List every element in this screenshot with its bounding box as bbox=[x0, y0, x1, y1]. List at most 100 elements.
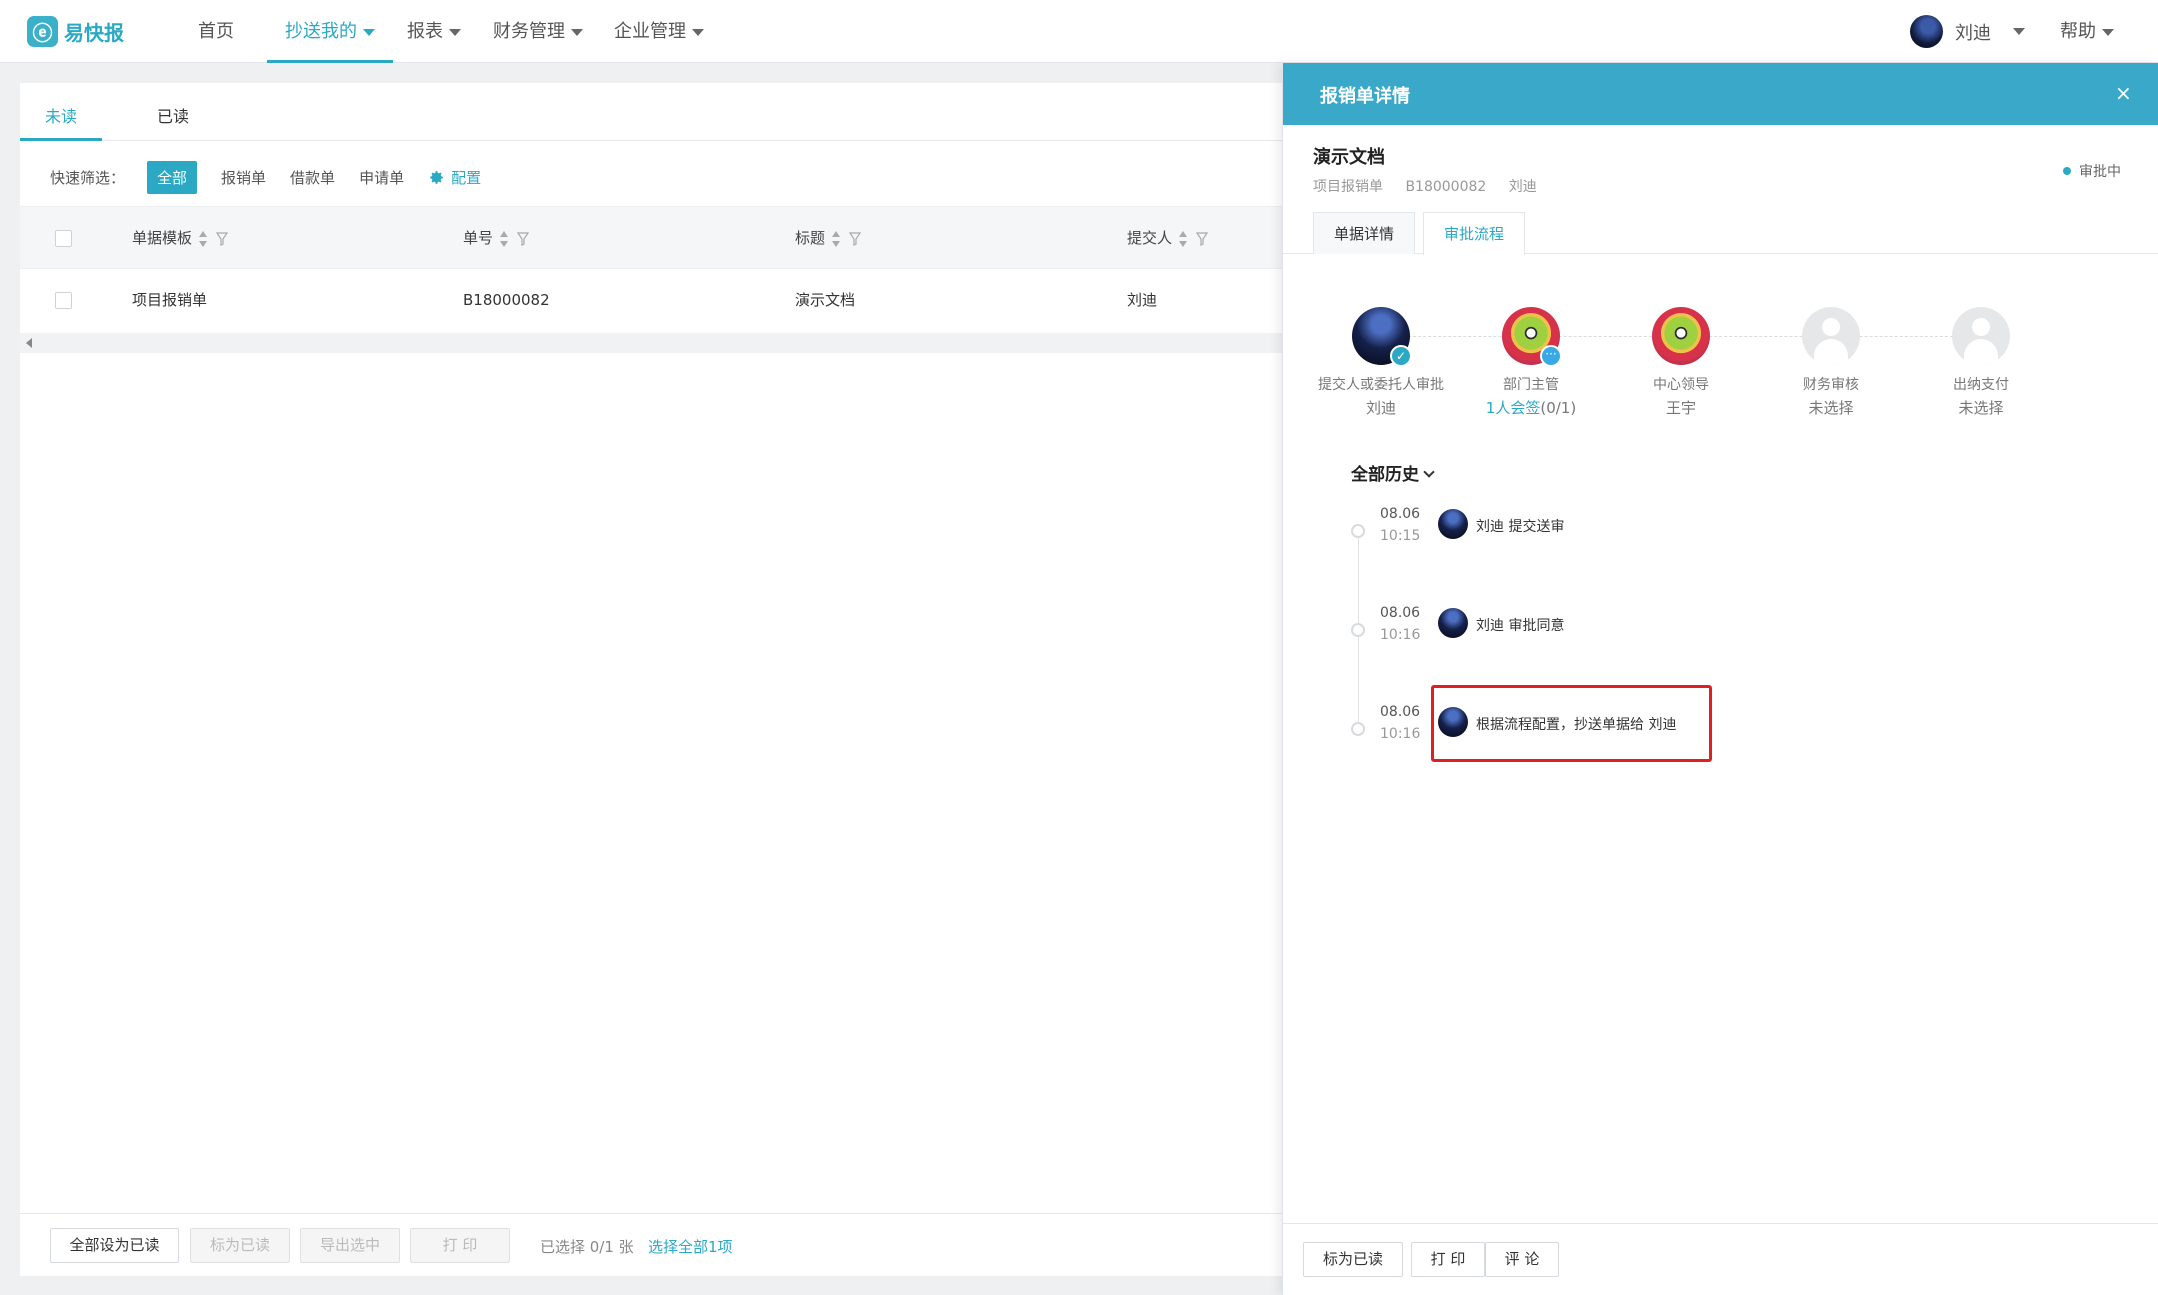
status-badge: 审批中 bbox=[2063, 161, 2121, 181]
history-text: 刘迪 审批同意 bbox=[1476, 618, 1565, 634]
chevron-down-icon bbox=[449, 28, 461, 36]
filter-all[interactable]: 全部 bbox=[147, 160, 198, 194]
nav-home[interactable]: 首页 bbox=[198, 0, 234, 63]
app-logo[interactable]: ⓔ 易快报 bbox=[27, 16, 124, 47]
row-checkbox[interactable] bbox=[55, 292, 72, 309]
timeline-dot bbox=[1351, 524, 1365, 538]
nav-cc-me[interactable]: 抄送我的 bbox=[267, 0, 393, 63]
drawer-header: 报销单详情 × bbox=[1283, 63, 2158, 125]
countersign-link[interactable]: 1人会签 bbox=[1486, 399, 1541, 417]
filter-loan[interactable]: 借款单 bbox=[290, 167, 335, 188]
flow-node-role: 中心领导 bbox=[1653, 377, 1709, 393]
more-icon: ··· bbox=[1540, 345, 1562, 367]
history-item: 08.06 10:15 刘迪 提交送审 bbox=[1283, 506, 2158, 556]
drawer-print-button[interactable]: 打 印 bbox=[1411, 1242, 1485, 1277]
column-submitter[interactable]: 提交人 bbox=[1127, 207, 1209, 270]
document-number: B18000082 bbox=[1405, 179, 1487, 195]
check-icon: ✓ bbox=[1390, 345, 1412, 367]
chevron-down-icon bbox=[363, 28, 375, 36]
flow-node-submitter[interactable]: ✓ 提交人或委托人审批 刘迪 bbox=[1306, 307, 1456, 418]
flow-node-assignee: 刘迪 bbox=[1365, 399, 1396, 417]
history-time: 10:15 bbox=[1380, 528, 1421, 544]
filter-icon[interactable] bbox=[1196, 231, 1209, 246]
tab-approval-flow[interactable]: 审批流程 bbox=[1423, 212, 1526, 255]
scroll-left-icon[interactable] bbox=[26, 338, 32, 348]
drawer-tabs: 单据详情 审批流程 bbox=[1283, 212, 2158, 255]
table-row[interactable]: 项目报销单 B18000082 演示文档 刘迪 bbox=[20, 269, 1282, 332]
sort-icon[interactable] bbox=[1178, 230, 1188, 247]
cell-template: 项目报销单 bbox=[132, 291, 208, 309]
history-date: 08.06 bbox=[1380, 704, 1421, 720]
config-label: 配置 bbox=[451, 168, 482, 187]
chevron-down-icon bbox=[2102, 28, 2114, 36]
drawer-comment-button[interactable]: 评 论 bbox=[1485, 1242, 1559, 1277]
select-all-link[interactable]: 选择全部1项 bbox=[648, 1236, 733, 1257]
document-title: 演示文档 bbox=[1313, 147, 1385, 168]
history-item: 08.06 10:16 刘迪 审批同意 bbox=[1283, 605, 2158, 655]
history-dropdown[interactable]: 全部历史 bbox=[1351, 460, 1435, 485]
sort-icon[interactable] bbox=[198, 230, 208, 247]
quick-filter-label: 快速筛选： bbox=[50, 168, 126, 187]
close-icon[interactable]: × bbox=[2115, 81, 2132, 105]
chevron-down-icon bbox=[571, 28, 583, 36]
flow-node-role: 财务审核 bbox=[1803, 377, 1859, 393]
mark-read-button[interactable]: 标为已读 bbox=[190, 1228, 290, 1263]
history-date: 08.06 bbox=[1380, 506, 1421, 522]
sort-icon[interactable] bbox=[499, 230, 509, 247]
filter-icon[interactable] bbox=[849, 231, 862, 246]
gear-icon bbox=[430, 170, 443, 184]
logo-text: 易快报 bbox=[64, 21, 124, 45]
status-dot-icon bbox=[2063, 167, 2071, 175]
nav-finance[interactable]: 财务管理 bbox=[493, 0, 583, 63]
filter-request[interactable]: 申请单 bbox=[359, 167, 404, 188]
nav-enterprise[interactable]: 企业管理 bbox=[614, 0, 704, 63]
approval-flow: ✓ 提交人或委托人审批 刘迪 ··· 部门主管 1人会签(0/1) 中心领导 王… bbox=[1283, 307, 2158, 427]
flow-node-assignee: 未选择 bbox=[1808, 399, 1854, 417]
tab-unread[interactable]: 未读 bbox=[45, 103, 77, 127]
document-type: 项目报销单 bbox=[1313, 179, 1383, 195]
filter-icon[interactable] bbox=[517, 231, 530, 246]
tab-read[interactable]: 已读 bbox=[157, 103, 189, 127]
column-title[interactable]: 标题 bbox=[795, 207, 862, 270]
filter-expense[interactable]: 报销单 bbox=[221, 167, 266, 188]
history-item: 08.06 10:16 根据流程配置，抄送单据给 刘迪 bbox=[1283, 704, 2158, 754]
drawer-mark-read-button[interactable]: 标为已读 bbox=[1303, 1242, 1403, 1277]
chevron-down-icon bbox=[1423, 466, 1435, 478]
logo-icon: ⓔ bbox=[27, 16, 58, 47]
flow-node-role: 提交人或委托人审批 bbox=[1318, 377, 1444, 393]
user-name: 刘迪 bbox=[1955, 22, 1991, 44]
tab-document-details[interactable]: 单据详情 bbox=[1313, 212, 1416, 254]
quick-filter-bar: 快速筛选： 全部 报销单 借款单 申请单 配置 bbox=[50, 160, 481, 194]
history-date: 08.06 bbox=[1380, 605, 1421, 621]
active-tab-indicator bbox=[20, 138, 102, 141]
avatar bbox=[1438, 608, 1468, 638]
flow-node-role: 出纳支付 bbox=[1953, 377, 2009, 393]
column-template[interactable]: 单据模板 bbox=[132, 207, 229, 270]
print-button[interactable]: 打 印 bbox=[410, 1228, 510, 1263]
help-menu[interactable]: 帮助 bbox=[2060, 0, 2114, 63]
sort-icon[interactable] bbox=[831, 230, 841, 247]
history-time: 10:16 bbox=[1380, 627, 1421, 643]
flow-node-dept-head[interactable]: ··· 部门主管 1人会签(0/1) bbox=[1456, 307, 1606, 418]
user-placeholder-icon bbox=[1952, 307, 2010, 365]
cell-submitter: 刘迪 bbox=[1127, 291, 1158, 309]
timeline-dot bbox=[1351, 623, 1365, 637]
nav-reports[interactable]: 报表 bbox=[407, 0, 461, 63]
user-menu[interactable]: 刘迪 bbox=[1910, 15, 2025, 48]
list-footer: 全部设为已读 标为已读 导出选中 打 印 已选择 0/1 张 选择全部1项 bbox=[20, 1213, 1282, 1276]
flow-node-finance-review[interactable]: 财务审核 未选择 bbox=[1756, 307, 1906, 418]
cell-number: B18000082 bbox=[463, 291, 550, 309]
filter-icon[interactable] bbox=[216, 231, 229, 246]
flow-node-cashier[interactable]: 出纳支付 未选择 bbox=[1906, 307, 2056, 418]
column-number[interactable]: 单号 bbox=[463, 207, 530, 270]
flow-node-center-lead[interactable]: 中心领导 王宇 bbox=[1606, 307, 1756, 418]
avatar bbox=[1652, 307, 1710, 365]
document-meta: 项目报销单 B18000082 刘迪 bbox=[1313, 176, 1555, 196]
avatar: ✓ bbox=[1352, 307, 1412, 367]
export-selected-button[interactable]: 导出选中 bbox=[300, 1228, 400, 1263]
select-all-checkbox[interactable] bbox=[55, 230, 72, 247]
chevron-down-icon bbox=[692, 28, 704, 36]
horizontal-scrollbar[interactable] bbox=[20, 333, 1282, 353]
config-button[interactable]: 配置 bbox=[428, 167, 481, 188]
mark-all-read-button[interactable]: 全部设为已读 bbox=[50, 1228, 179, 1263]
